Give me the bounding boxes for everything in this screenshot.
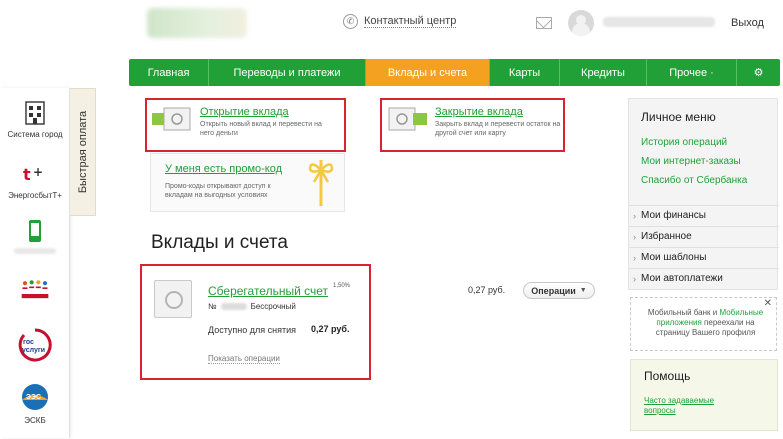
open-deposit-block[interactable]: Открытие вклада Открыть новый вклад и пе… (152, 106, 330, 138)
help-title: Помощь (644, 369, 691, 383)
quick-pay-item-mobile[interactable] (0, 218, 70, 254)
menu-label: Мои шаблоны (641, 252, 707, 263)
promo-code-link[interactable]: У меня есть промо-код (165, 163, 282, 175)
personal-menu-panel: Личное меню История операций Мои интерне… (628, 98, 779, 290)
menu-autopayments[interactable]: Мои автоплатежи (629, 268, 779, 288)
quick-pay-tab-label: Быстрая оплата (76, 110, 89, 194)
quick-pay-tab[interactable]: Быстрая оплата (70, 88, 96, 216)
nav-item[interactable]: Главная (129, 59, 209, 86)
menu-label: Мои финансы (641, 210, 706, 221)
svg-text:t: t (23, 165, 31, 184)
available-label: Доступно для снятия (208, 325, 297, 335)
contact-center-label: Контактный центр (364, 15, 457, 28)
account-number-prefix: № (208, 302, 217, 311)
quick-pay-label: ЭнергосбытТ+ (8, 191, 62, 200)
svg-text:ЭЭС: ЭЭС (26, 394, 41, 401)
user-name-blurred (603, 17, 715, 27)
quick-pay-item-eskb[interactable]: ЭЭС ЭСКБ (0, 382, 70, 425)
nav-item[interactable]: Карты (490, 59, 560, 86)
close-icon[interactable]: ✕ (764, 299, 772, 309)
gosuslugi-icon: гос услуги (18, 328, 52, 362)
account-title-link[interactable]: Сберегательный счет (208, 284, 328, 298)
close-deposit-desc: Закрыть вклад и перевести остаток на дру… (435, 121, 561, 137)
mobile-bank-notice: ✕ Мобильный банк и Мобильные приложения … (630, 297, 777, 351)
sberbank-logo[interactable] (147, 8, 247, 38)
nav-item[interactable]: Прочее · (647, 59, 737, 86)
city-icon (20, 100, 50, 126)
contact-center-link[interactable]: ✆ Контактный центр (343, 14, 457, 29)
mail-icon[interactable] (536, 17, 552, 29)
phone-icon: ✆ (343, 14, 358, 29)
operations-button-label: Операции (531, 285, 576, 296)
account-number-blurred (220, 303, 247, 310)
sberbank-online-page: ✆ Контактный центр Выход Главная Переводы… (0, 0, 783, 439)
mobile-icon (20, 218, 50, 244)
quick-pay-item-charity[interactable] (0, 276, 70, 306)
eskb-icon: ЭЭС (20, 382, 50, 412)
close-safe-icon (388, 107, 427, 131)
gift-ribbon-icon (308, 160, 334, 206)
chevron-down-icon: ▼ (579, 287, 587, 294)
nav-item[interactable]: Вклады и счета (366, 59, 490, 86)
account-term: Бессрочный (250, 302, 296, 311)
personal-menu-title: Личное меню (641, 110, 716, 124)
available-amount: 0,27 руб. (311, 324, 350, 334)
operations-button[interactable]: Операции ▼ (523, 282, 595, 299)
menu-favorites[interactable]: Избранное (629, 226, 779, 246)
page-title: Вклады и счета (151, 232, 288, 253)
promo-code-card[interactable]: У меня есть промо-код Промо-коды открыва… (150, 153, 345, 212)
promo-code-desc: Промо-коды открывают доступ к вкладам на… (165, 183, 271, 199)
spasibo-link[interactable]: Спасибо от Сбербанка (641, 175, 747, 186)
help-panel: Помощь Часто задаваемые вопросы (630, 359, 778, 431)
energy-icon: t + (20, 161, 50, 187)
nav-item[interactable]: Переводы и платежи (209, 59, 366, 86)
account-balance: 0,27 руб. (468, 285, 506, 295)
account-number: № Бессрочный (208, 302, 296, 311)
show-operations-link[interactable]: Показать операции (208, 354, 280, 364)
menu-label: Мои автоплатежи (641, 273, 723, 284)
account-rate: 1,50% (333, 283, 351, 289)
internet-orders-link[interactable]: Мои интернет-заказы (641, 156, 741, 167)
quick-pay-panel: Система город t + ЭнергосбытТ+ гос услуги (0, 88, 70, 438)
menu-my-finances[interactable]: Мои финансы (629, 205, 779, 225)
menu-templates[interactable]: Мои шаблоны (629, 247, 779, 267)
blurred-phone-number (14, 248, 56, 254)
quick-pay-label: Система город (7, 130, 63, 139)
charity-icon (20, 276, 50, 302)
quick-pay-label: ЭСКБ (24, 416, 46, 425)
svg-text:гос: гос (23, 339, 34, 346)
safe-icon (154, 280, 192, 318)
quick-pay-item-city[interactable]: Система город (0, 100, 70, 139)
close-deposit-link[interactable]: Закрытие вклада (435, 106, 565, 118)
deposit-safe-icon (152, 107, 191, 131)
quick-pay-item-energy[interactable]: t + ЭнергосбытТ+ (0, 161, 70, 200)
menu-label: Избранное (641, 231, 692, 242)
svg-text:+: + (33, 165, 43, 179)
main-nav: Главная Переводы и платежи Вклады и счета К… (129, 59, 780, 86)
nav-item[interactable]: Кредиты (560, 59, 647, 86)
notice-prefix: Мобильный банк и (647, 308, 720, 317)
history-link[interactable]: История операций (641, 137, 727, 148)
close-deposit-block[interactable]: Закрытие вклада Закрыть вклад и перевест… (387, 106, 565, 138)
open-deposit-link[interactable]: Открытие вклада (200, 106, 330, 118)
quick-pay-item-gosuslugi[interactable]: гос услуги (0, 328, 70, 366)
svg-text:услуги: услуги (22, 347, 45, 354)
settings-gear-icon[interactable]: ⚙ (737, 59, 780, 86)
avatar[interactable] (568, 10, 594, 36)
open-deposit-desc: Открыть новый вклад и перевести на него … (200, 121, 322, 137)
faq-link[interactable]: Часто задаваемые вопросы (644, 396, 734, 416)
logout-link[interactable]: Выход (731, 17, 764, 29)
